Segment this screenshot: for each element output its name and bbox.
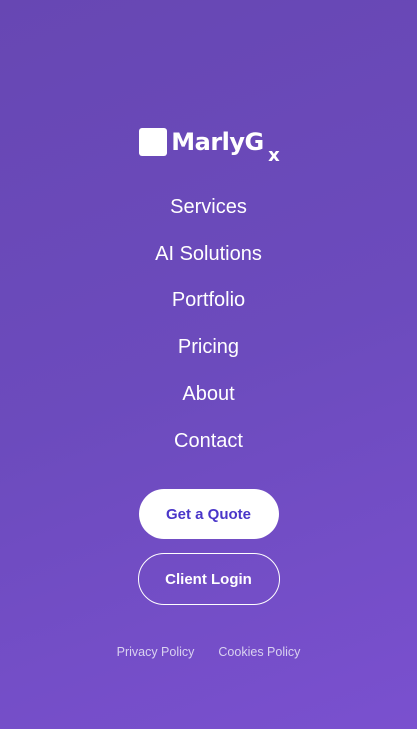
logo-wrapper: MarlyG x — [139, 128, 280, 166]
cookies-policy-link[interactable]: Cookies Policy — [218, 645, 300, 659]
nav-item-services: Services — [0, 184, 417, 231]
nav-link-services[interactable]: Services — [170, 196, 247, 219]
nav-item-ai-solutions: AI Solutions — [0, 231, 417, 278]
logo-x-mark: x — [268, 145, 280, 166]
brand-logo[interactable]: MarlyG x — [0, 128, 417, 166]
nav-item-portfolio: Portfolio — [0, 278, 417, 325]
nav-item-contact: Contact — [0, 418, 417, 465]
privacy-policy-link[interactable]: Privacy Policy — [117, 645, 195, 659]
nav-link-contact[interactable]: Contact — [174, 430, 243, 453]
nav-link-portfolio[interactable]: Portfolio — [172, 289, 245, 312]
footer-links: Privacy Policy Cookies Policy — [0, 645, 417, 659]
nav-item-about: About — [0, 371, 417, 418]
nav-link-ai-solutions[interactable]: AI Solutions — [155, 243, 262, 266]
get-a-quote-button[interactable]: Get a Quote — [138, 489, 279, 539]
client-login-button[interactable]: Client Login — [137, 553, 280, 605]
main-nav: Services AI Solutions Portfolio Pricing … — [0, 184, 417, 465]
logo-square-icon — [139, 128, 168, 156]
logo-wordmark: MarlyG — [171, 128, 264, 156]
mobile-menu-overlay: MarlyG x Services AI Solutions Portfolio… — [0, 0, 417, 729]
nav-item-pricing: Pricing — [0, 324, 417, 371]
nav-link-about[interactable]: About — [182, 383, 234, 406]
nav-link-pricing[interactable]: Pricing — [178, 336, 239, 359]
